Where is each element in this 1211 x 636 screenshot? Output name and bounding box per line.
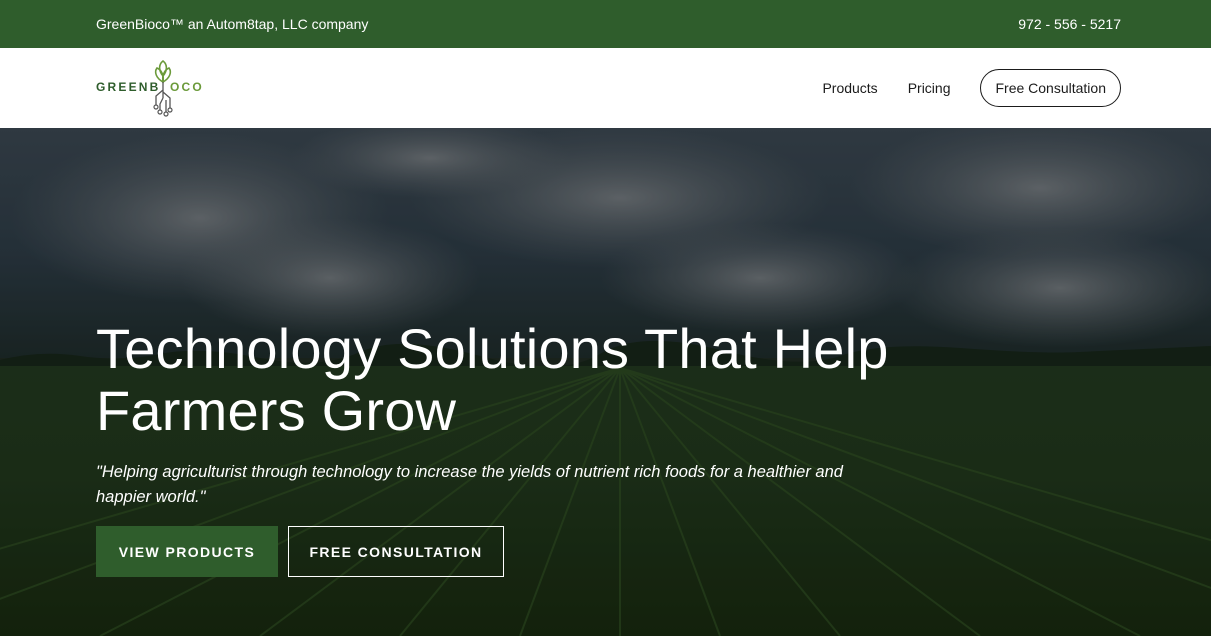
nav-item-products[interactable]: Products <box>822 80 877 96</box>
nav-item-pricing[interactable]: Pricing <box>908 80 951 96</box>
hero-title-line-1: Technology Solutions That Help <box>96 317 889 380</box>
nav-links: Products Pricing Free Consultation <box>822 69 1121 107</box>
phone-number[interactable]: 972 - 556 - 5217 <box>1018 16 1121 32</box>
hero-content: Technology Solutions That Help Farmers G… <box>96 318 916 577</box>
company-tagline: GreenBioco™ an Autom8tap, LLC company <box>96 16 369 32</box>
hero-buttons: VIEW PRODUCTS FREE CONSULTATION <box>96 526 916 577</box>
hero-title: Technology Solutions That Help Farmers G… <box>96 318 916 442</box>
view-products-button[interactable]: VIEW PRODUCTS <box>96 526 278 577</box>
hero-section: Technology Solutions That Help Farmers G… <box>0 128 1211 636</box>
logo-text-left: GREENB <box>96 80 161 94</box>
sprout-circuit-icon: GREENB OCO <box>96 59 204 117</box>
hero-quote: "Helping agriculturist through technolog… <box>96 463 843 506</box>
hero-title-line-2: Farmers Grow <box>96 379 457 442</box>
top-bar: GreenBioco™ an Autom8tap, LLC company 97… <box>0 0 1211 48</box>
logo-text-right: OCO <box>170 80 204 94</box>
free-consultation-button[interactable]: FREE CONSULTATION <box>288 526 504 577</box>
navigation-bar: GREENB OCO Products Pricing Free Consult… <box>0 48 1211 128</box>
site-logo[interactable]: GREENB OCO <box>96 58 206 118</box>
free-consultation-nav-button[interactable]: Free Consultation <box>980 69 1121 107</box>
